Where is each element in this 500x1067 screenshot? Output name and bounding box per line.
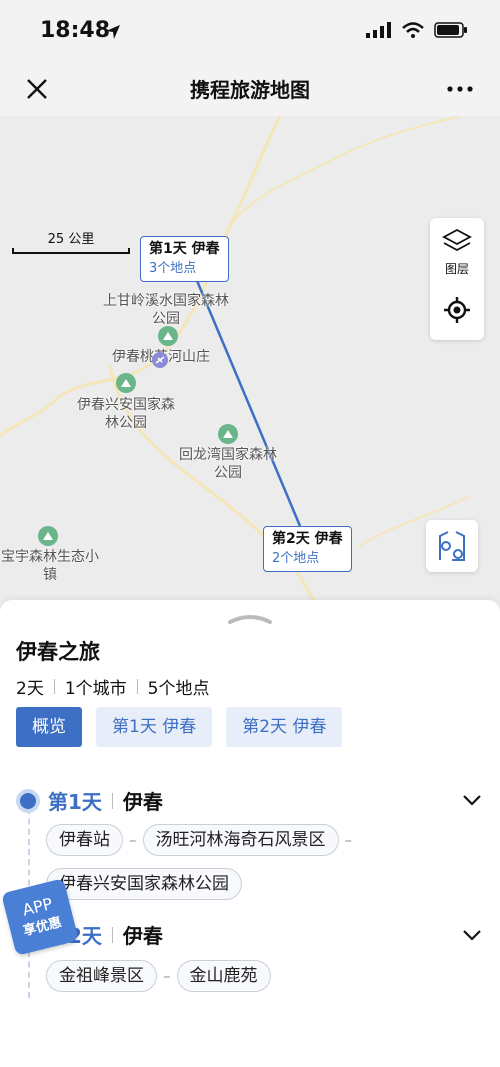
park-pin-icon[interactable] [158,326,178,346]
trip-title: 伊春之旅 [16,640,100,664]
more-options-icon[interactable] [444,76,476,102]
tab-day1[interactable]: 第1天 伊春 [96,707,213,747]
summary-divider [136,679,138,694]
status-time: 18:48 [40,18,111,43]
wifi-icon [402,22,424,38]
nav-bar: 携程旅游地图 [0,64,500,116]
stop-connector: – [344,831,353,849]
day1-label: 第1天 [48,790,102,814]
map-tools-panel: 图层 [430,218,484,340]
chevron-down-icon[interactable] [462,928,482,942]
day1-header[interactable]: 第1天 伊春 [16,786,163,815]
poi-shanganling[interactable]: 上甘岭溪水国家森林公园 [100,292,232,328]
timeline-dot [16,788,40,813]
park-pin-icon[interactable] [116,373,136,393]
map-view[interactable]: 25 公里 第1天 伊春 3个地点 第2天 伊春 2个地点 上甘岭溪水国家森林公… [0,116,500,616]
day1-city: 伊春 [122,790,163,814]
page-title: 携程旅游地图 [190,78,310,102]
park-pin-icon[interactable] [38,526,58,546]
cellular-signal-icon [366,22,391,38]
park-pin-icon[interactable] [218,424,238,444]
day1-callout-subtitle: 3个地点 [149,261,197,276]
tab-bar: 概览 第1天 伊春 第2天 伊春 [16,707,343,747]
layers-label: 图层 [444,262,469,276]
stop-chip[interactable]: 金祖峰景区 [46,960,157,992]
day2-city: 伊春 [122,924,163,948]
day-divider [111,926,113,943]
poi-baoyu[interactable]: 宝宇森林生态小镇 [0,548,100,584]
trip-days: 2天 [16,679,44,699]
day2-callout-subtitle: 2个地点 [272,551,320,566]
layers-button[interactable]: 图层 [430,228,484,277]
day2-callout-title: 第2天 伊春 [272,531,343,547]
route-view-button[interactable] [426,520,478,572]
day1-callout-title: 第1天 伊春 [149,241,220,257]
stop-chip[interactable]: 伊春兴安国家森林公园 [46,868,242,900]
sheet-handle-icon[interactable] [228,614,272,624]
location-arrow-icon [106,25,120,39]
stop-connector: – [129,831,137,849]
scale-label: 25 公里 [47,232,95,247]
trip-sheet: 伊春之旅 2天 1个城市 5个地点 概览 第1天 伊春 第2天 伊春 第1天 伊… [0,600,500,1067]
airport-icon [152,352,168,368]
trip-places: 5个地点 [147,679,210,699]
trip-cities: 1个城市 [64,679,127,699]
poi-huilongwan[interactable]: 回龙湾国家森林公园 [178,446,278,482]
tab-day2[interactable]: 第2天 伊春 [226,707,343,747]
day2-callout[interactable]: 第2天 伊春 2个地点 [263,526,352,572]
day1-stops: 伊春站 – 汤旺河林海奇石风景区 – 伊春兴安国家森林公园 [46,824,376,900]
map-background [0,116,471,616]
poi-xingan[interactable]: 伊春兴安国家森林公园 [76,396,176,432]
locate-icon[interactable] [443,296,471,324]
map-scale: 25 公里 [12,228,130,254]
route-map-icon [439,531,465,561]
day2-stops: 金祖峰景区 – 金山鹿苑 [46,960,376,992]
status-icons [366,22,468,38]
chevron-down-icon[interactable] [462,793,482,807]
stop-chip[interactable]: 伊春站 [46,824,123,856]
stop-chip[interactable]: 金山鹿苑 [176,960,271,992]
status-bar: 18:48 [0,0,500,64]
tab-overview[interactable]: 概览 [16,707,82,747]
stop-connector: – [163,967,171,985]
trip-summary: 2天 1个城市 5个地点 [16,674,209,699]
day1-callout[interactable]: 第1天 伊春 3个地点 [140,236,229,282]
stop-chip[interactable]: 汤旺河林海奇石风景区 [142,824,339,856]
scale-bar [12,248,130,254]
battery-icon [434,22,467,38]
summary-divider [53,679,55,694]
day-divider [111,792,113,809]
layers-icon [442,228,472,252]
